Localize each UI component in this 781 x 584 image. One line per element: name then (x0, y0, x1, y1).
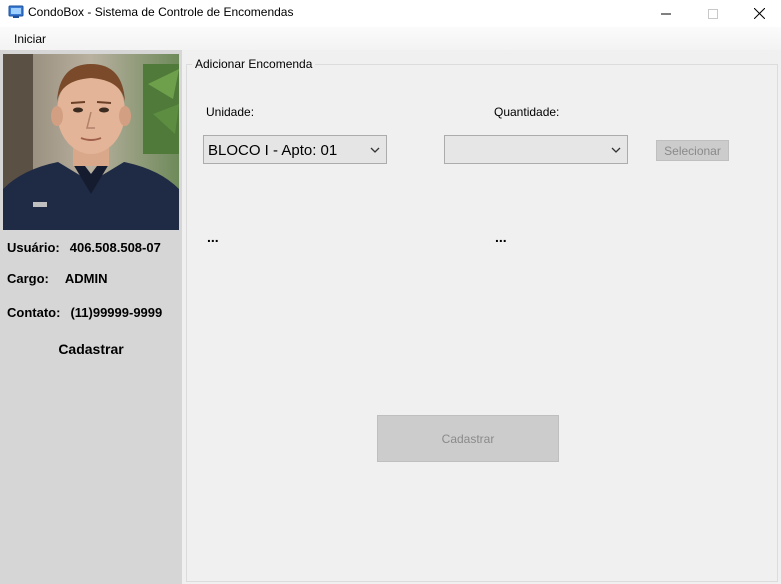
minimize-icon (661, 13, 671, 14)
maximize-button (690, 0, 736, 27)
usuario-value: 406.508.508-07 (69, 240, 161, 255)
contato-row: Contato: (11)99999-9999 (7, 305, 162, 320)
minimize-button[interactable] (643, 0, 689, 27)
menu-item-iniciar[interactable]: Iniciar (14, 32, 46, 46)
title-bar: CondoBox - Sistema de Controle de Encome… (0, 0, 781, 27)
sidebar: Usuário: 406.508.508-07 Cargo: ADMIN Conta… (0, 50, 182, 584)
cargo-label: Cargo: (7, 271, 49, 286)
quantidade-select[interactable] (444, 135, 628, 164)
user-photo (3, 54, 179, 230)
avatar (3, 54, 179, 230)
selecionar-button[interactable]: Selecionar (656, 140, 729, 161)
unidade-select-value: BLOCO I - Apto: 01 (208, 142, 338, 159)
cargo-value: ADMIN (64, 271, 108, 286)
maximize-icon (708, 8, 718, 19)
sidebar-cadastrar-link[interactable]: Cadastrar (0, 341, 182, 357)
window-title: CondoBox - Sistema de Controle de Encome… (28, 5, 294, 19)
usuario-row: Usuário: 406.508.508-07 (7, 240, 161, 255)
unidade-label: Unidade: (206, 105, 255, 119)
contato-label: Contato: (7, 305, 61, 320)
contato-value: (11)99999-9999 (70, 305, 163, 320)
menu-bar: Iniciar (0, 27, 781, 50)
unidade-info-text: ... (207, 229, 219, 245)
chevron-down-icon (611, 147, 621, 153)
cargo-row: Cargo: ADMIN (7, 271, 108, 286)
quantidade-info-text: ... (495, 229, 507, 245)
chevron-down-icon (370, 147, 380, 153)
cadastrar-button[interactable]: Cadastrar (377, 415, 559, 462)
app-icon (8, 5, 24, 18)
usuario-label: Usuário: (7, 240, 60, 255)
group-title: Adicionar Encomenda (192, 57, 316, 71)
unidade-select[interactable]: BLOCO I - Apto: 01 (203, 135, 387, 164)
close-button[interactable] (736, 0, 781, 27)
quantidade-label: Quantidade: (494, 105, 560, 119)
close-icon (753, 8, 765, 19)
